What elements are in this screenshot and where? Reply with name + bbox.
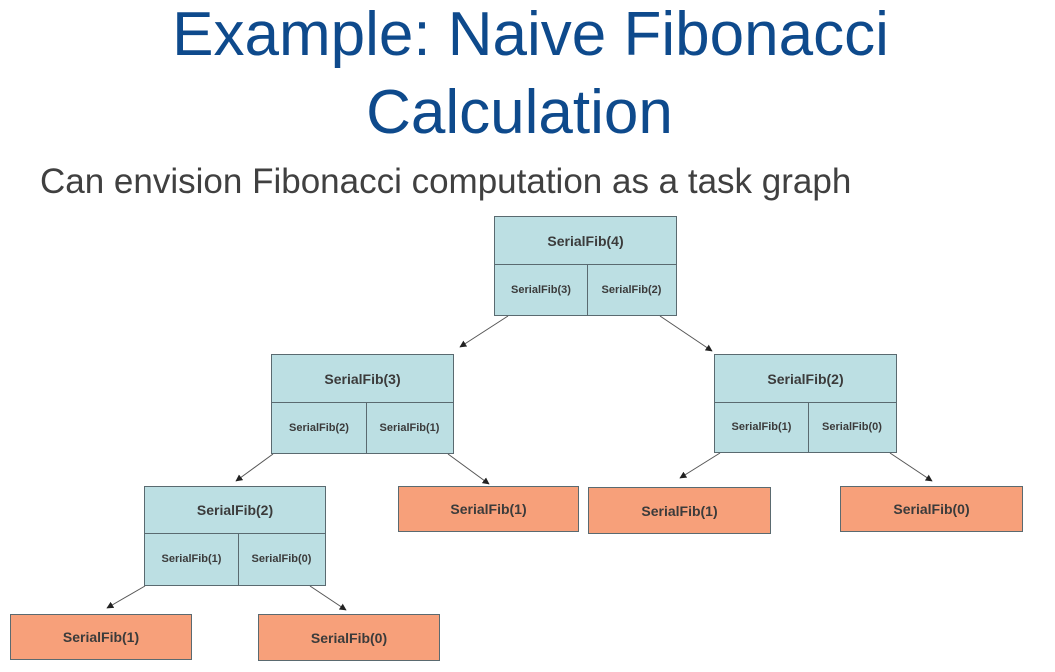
task-subcall-right: SerialFib(0) bbox=[822, 421, 882, 433]
task-node-label: SerialFib(2) bbox=[715, 355, 896, 403]
task-node-label: SerialFib(3) bbox=[272, 355, 453, 403]
edge-fib3-to-leaf-fib1-a bbox=[447, 453, 490, 485]
task-subcall-left: SerialFib(2) bbox=[272, 402, 367, 453]
task-node-label: SerialFib(4) bbox=[495, 217, 676, 265]
task-subcall-left: SerialFib(3) bbox=[495, 264, 588, 315]
leaf-node-fib1-b: SerialFib(1) bbox=[588, 487, 771, 534]
edge-fib3-to-fib2-left bbox=[235, 453, 274, 482]
edge-fib4-to-fib2-right bbox=[659, 315, 713, 352]
leaf-node-fib0-b: SerialFib(0) bbox=[258, 614, 440, 661]
task-node-fib2-left: SerialFib(2) SerialFib(1) SerialFib(0) bbox=[144, 486, 326, 586]
task-node-fib4: SerialFib(4) SerialFib(3) SerialFib(2) bbox=[494, 216, 677, 316]
task-subcall-right: SerialFib(1) bbox=[379, 421, 440, 434]
task-subcall-right: SerialFib(2) bbox=[601, 283, 662, 296]
edge-fib2-left-to-leaf-fib1-c bbox=[106, 585, 146, 609]
leaf-node-fib1-c: SerialFib(1) bbox=[10, 614, 192, 660]
task-subcall-left: SerialFib(1) bbox=[715, 402, 809, 452]
leaf-node-fib0-a: SerialFib(0) bbox=[840, 486, 1023, 532]
task-subcall-left: SerialFib(1) bbox=[145, 533, 239, 585]
task-node-label: SerialFib(2) bbox=[145, 487, 325, 534]
leaf-node-fib1-a: SerialFib(1) bbox=[398, 486, 579, 532]
task-node-fib3: SerialFib(3) SerialFib(2) SerialFib(1) bbox=[271, 354, 454, 454]
edge-fib4-to-fib3 bbox=[459, 315, 509, 348]
edge-fib2-left-to-leaf-fib0-b bbox=[309, 585, 347, 611]
edge-fib2-right-to-leaf-fib1-b bbox=[679, 452, 721, 479]
task-node-fib2-right: SerialFib(2) SerialFib(1) SerialFib(0) bbox=[714, 354, 897, 453]
task-subcall-right: SerialFib(0) bbox=[251, 553, 312, 565]
edge-fib2-right-to-leaf-fib0-a bbox=[889, 452, 933, 482]
